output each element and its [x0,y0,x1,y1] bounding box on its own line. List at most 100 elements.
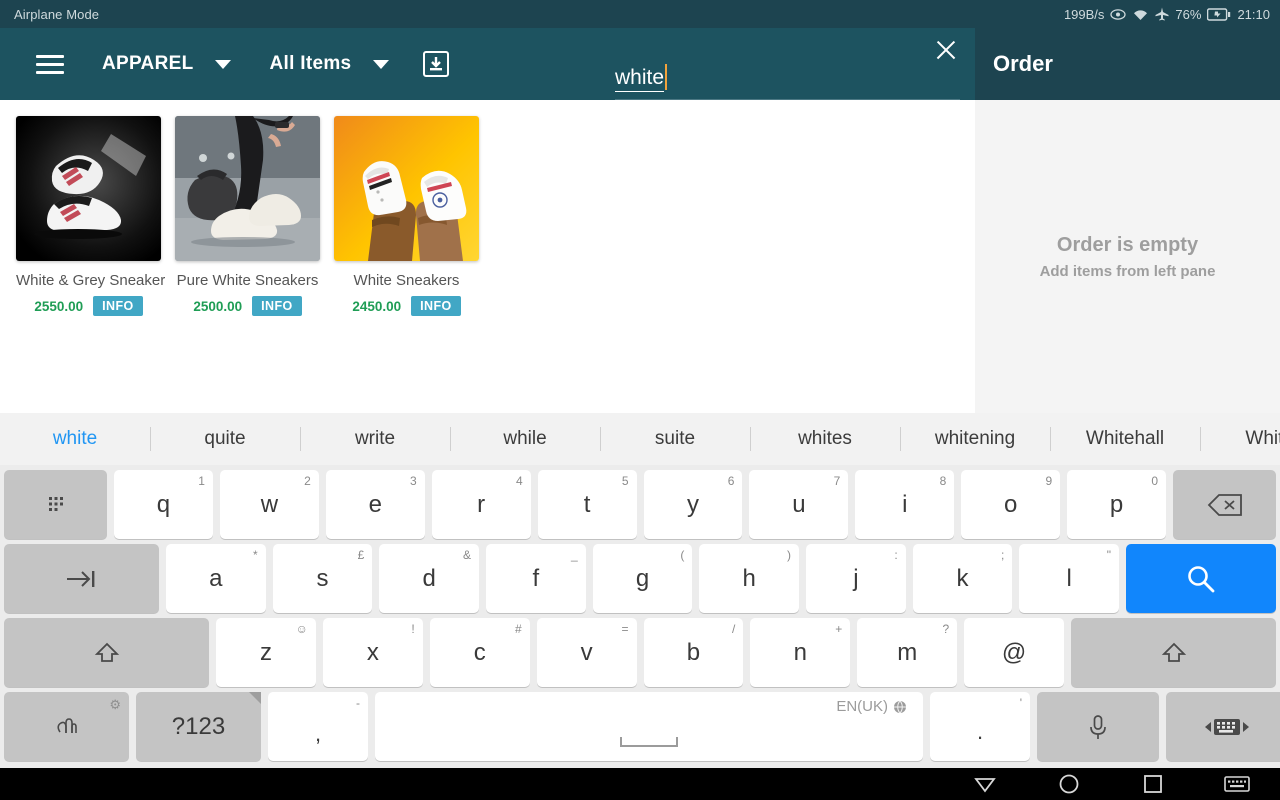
backspace-icon[interactable] [1173,470,1277,539]
suggestion-item[interactable]: white [0,413,150,465]
product-info-button[interactable]: INFO [93,296,143,316]
key-h[interactable]: ) h [699,544,800,613]
key-d[interactable]: & d [379,544,480,613]
suggestion-item[interactable]: quite [150,413,300,465]
order-empty-subtitle: Add items from left pane [1039,262,1216,280]
home-circle-icon[interactable] [1056,771,1082,797]
download-icon[interactable] [423,51,450,77]
chevron-down-icon [215,59,232,69]
key-m[interactable]: ? m [857,618,958,687]
product-info-button[interactable]: INFO [411,296,461,316]
key-label: n [793,638,807,666]
key-z[interactable]: ☺ z [216,618,316,687]
key-f[interactable]: _ f [486,544,586,613]
product-card[interactable]: White Sneakers 2450.00 INFO [334,116,479,316]
key-p[interactable]: 0p [1067,470,1167,539]
close-icon[interactable] [932,36,960,64]
key-sub-label: : [894,548,898,562]
category-dropdown[interactable]: APPAREL [102,53,232,75]
key-y[interactable]: 6y [643,470,743,539]
product-card[interactable]: Pure White Sneakers 2500.00 INFO [175,116,320,316]
order-empty-title: Order is empty [1056,233,1199,256]
key-label: . [976,718,984,744]
product-name: Pure White Sneakers [176,272,319,289]
key-label: m [897,638,918,666]
key-t[interactable]: 5t [537,470,637,539]
key-u[interactable]: 7u [749,470,849,539]
recents-square-icon[interactable] [1140,771,1166,797]
wifi-icon [1132,8,1149,21]
key-v[interactable]: = v [536,618,637,687]
product-image[interactable] [175,116,320,261]
spacebar[interactable]: EN(UK) [375,692,923,761]
search-icon[interactable] [1126,544,1277,613]
symbols-key[interactable]: ?123 [136,692,261,761]
product-image[interactable] [16,116,161,261]
key-s[interactable]: £ s [272,544,373,613]
key-label: w [260,490,279,518]
grid-icon[interactable] [4,470,107,539]
product-image[interactable] [334,116,479,261]
product-name: White & Grey Sneaker [16,272,166,289]
microphone-icon[interactable] [1037,692,1159,761]
key-q[interactable]: 1q [114,470,213,539]
tab-icon[interactable] [4,544,159,613]
product-card[interactable]: White & Grey Sneaker 2550.00 INFO [16,116,166,316]
key-e[interactable]: 3e [325,470,425,539]
key-l[interactable]: " l [1019,544,1120,613]
key-i[interactable]: 8i [855,470,955,539]
gear-icon: ⚙ [109,697,121,712]
key-r[interactable]: 4r [431,470,531,539]
key-k[interactable]: ; k [912,544,1013,613]
system-navigation-bar [0,768,1280,800]
product-meta: 2500.00 INFO [175,296,320,316]
suggestion-strip: white quite write while suite whites whi… [0,413,1280,465]
key-label: b [686,638,701,666]
key-j[interactable]: :j [806,544,906,613]
key-sub-label: ! [411,622,415,636]
key-at[interactable]: @ [964,618,1064,687]
back-triangle-icon[interactable] [972,771,998,797]
suggestion-item[interactable]: write [300,413,450,465]
clock-label: 21:10 [1237,6,1270,22]
order-panel: Order is empty Add items from left pane [975,100,1280,413]
key-sub-label: ( [680,548,685,562]
key-o[interactable]: 9o [961,470,1061,539]
key-x[interactable]: ! x [322,618,423,687]
suggestion-item[interactable]: whites [750,413,900,465]
key-g[interactable]: (g [592,544,693,613]
shift-icon[interactable] [1071,618,1276,687]
search-input[interactable]: white [615,65,665,92]
key-w[interactable]: 2w [219,470,319,539]
key-sub-label: 9 [1045,474,1053,488]
product-price: 2450.00 [352,298,402,314]
key-label: l [1066,564,1072,592]
keyboard-icon[interactable] [1224,771,1250,797]
key-n[interactable]: + n [750,618,851,687]
handwriting-icon[interactable]: ⚙ [4,692,129,761]
key-sub-label: 2 [304,474,311,488]
hamburger-icon[interactable] [20,54,80,74]
suggestion-item[interactable]: Whitehall [1050,413,1200,465]
suggestion-item[interactable]: Whiteh [1200,413,1280,465]
search-field[interactable]: white [615,64,960,100]
search-area: white [615,28,960,100]
key-a[interactable]: * a [166,544,266,613]
key-label: x [366,638,379,666]
key-label: @ [1001,638,1027,666]
product-info-button[interactable]: INFO [252,296,302,316]
filter-dropdown[interactable]: All Items [269,53,390,75]
suggestion-item[interactable]: whitening [900,413,1050,465]
key-comma[interactable]: - , [268,692,368,761]
suggestion-item[interactable]: while [450,413,600,465]
key-b[interactable]: / b [643,618,744,687]
product-meta: 2450.00 INFO [334,296,479,316]
key-c[interactable]: # c [429,618,530,687]
text-cursor [665,64,668,90]
keyboard-resize-icon[interactable] [1166,692,1280,761]
order-header: Order [975,28,1280,100]
key-period[interactable]: ' . [930,692,1030,761]
airplane-icon [1155,7,1169,21]
suggestion-item[interactable]: suite [600,413,750,465]
shift-icon[interactable] [4,618,209,687]
